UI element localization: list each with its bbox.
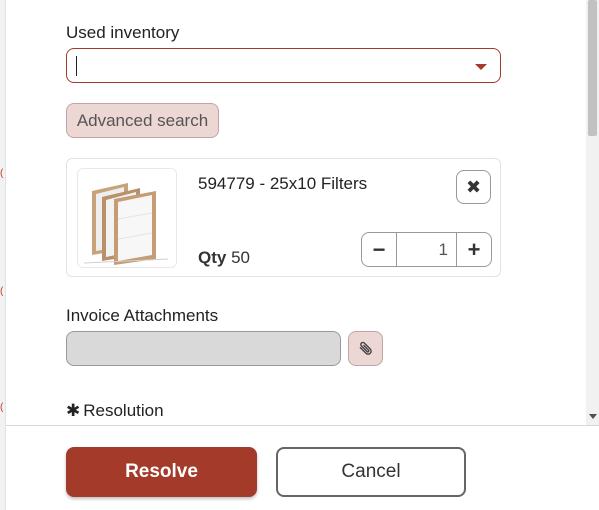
text-cursor [76, 56, 77, 76]
attach-file-button[interactable] [348, 331, 383, 366]
air-filter-image [77, 168, 177, 268]
resolution-label: Resolution [83, 401, 164, 420]
item-title: 594779 - 25x10 Filters [198, 174, 368, 193]
error-marker-icon: ( [0, 402, 4, 413]
required-asterisk-icon: ✱ [66, 401, 81, 420]
advanced-search-button[interactable]: Advanced search [66, 103, 219, 138]
quantity-stepper[interactable]: − 1 + [361, 232, 492, 267]
paperclip-icon [359, 341, 372, 355]
error-marker-icon: ( [0, 286, 4, 297]
invoice-attachments-label: Invoice Attachments [66, 306, 219, 325]
error-marker-icon: ( [0, 168, 4, 179]
resolve-button[interactable]: Resolve [66, 447, 257, 497]
cancel-button[interactable]: Cancel [276, 447, 466, 497]
used-inventory-label: Used inventory [66, 23, 180, 42]
increase-quantity-button[interactable]: + [456, 233, 491, 266]
decrease-quantity-button[interactable]: − [362, 233, 397, 266]
resolution-label-row: ✱ Resolution [66, 401, 164, 421]
scroll-down-arrow-icon[interactable] [589, 414, 597, 419]
plus-icon: + [467, 236, 481, 262]
close-icon: ✖ [465, 176, 482, 197]
item-qty: Qty 50 [198, 248, 250, 268]
inventory-item-card: 594779 - 25x10 Filters Qty 50 ✖ − 1 + [66, 158, 501, 277]
scrollbar-thumb[interactable] [588, 0, 597, 136]
used-inventory-select[interactable] [66, 48, 501, 83]
remove-item-button[interactable]: ✖ [456, 170, 491, 204]
invoice-attachments-field [66, 331, 341, 366]
qty-label: Qty [198, 248, 227, 267]
vertical-scrollbar[interactable] [586, 0, 599, 425]
chevron-down-icon[interactable] [475, 64, 487, 70]
qty-value: 50 [231, 248, 250, 267]
minus-icon: − [372, 236, 386, 262]
quantity-input[interactable]: 1 [397, 233, 456, 266]
